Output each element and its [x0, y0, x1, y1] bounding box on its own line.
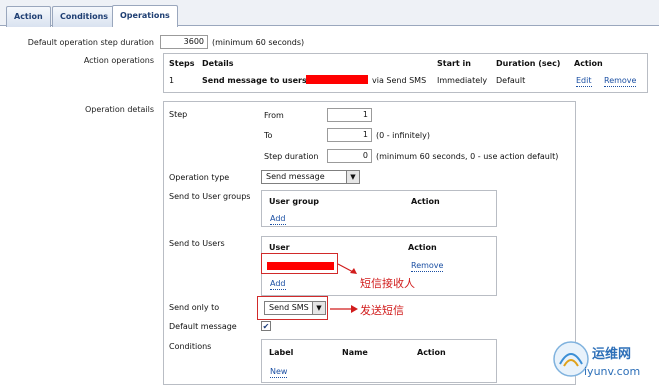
add-user-group-link[interactable]: Add	[270, 214, 286, 225]
watermark-text: 运维网	[592, 347, 632, 362]
conditions-table: Label Name Action New	[261, 339, 497, 383]
remove-user-link[interactable]: Remove	[411, 261, 444, 272]
col-user-group: User group	[269, 197, 320, 206]
default-step-duration-input[interactable]: 3600	[160, 35, 208, 49]
default-step-duration-label: Default operation step duration	[27, 38, 154, 47]
send-sms-arrow-icon	[330, 305, 358, 313]
col-start-in: Start in	[437, 59, 471, 68]
default-step-duration-hint: (minimum 60 seconds)	[212, 38, 305, 47]
to-hint: (0 - infinitely)	[376, 131, 430, 140]
col-user-action: Action	[408, 243, 437, 252]
conditions-label: Conditions	[169, 342, 212, 351]
from-label: From	[264, 111, 284, 120]
row-duration: Default	[496, 76, 526, 85]
watermark-url: iyunv.com	[584, 365, 641, 378]
new-condition-link[interactable]: New	[270, 367, 288, 378]
from-input[interactable]: 1	[327, 108, 372, 122]
tab-action[interactable]: Action	[6, 6, 51, 27]
col-duration: Duration (sec)	[496, 59, 561, 68]
operation-type-value: Send message	[266, 172, 325, 181]
col-details: Details	[202, 59, 234, 68]
operation-type-label: Operation type	[169, 173, 230, 182]
operation-details-panel: Step From 1 To 1 (0 - infinitely) Step d…	[163, 101, 576, 385]
step-duration-label: Step duration	[264, 152, 319, 161]
action-operations-table: Steps Details Start in Duration (sec) Ac…	[163, 53, 648, 93]
col-user: User	[269, 243, 290, 252]
edit-link[interactable]: Edit	[576, 76, 592, 87]
action-operations-label: Action operations	[83, 56, 154, 65]
chevron-down-icon: ▼	[346, 171, 359, 183]
default-message-checkbox[interactable]: ✔	[261, 321, 271, 331]
tab-bar: Action Conditions Operations	[0, 0, 659, 27]
send-sms-annotation: 发送短信	[360, 304, 404, 317]
operation-details-label: Operation details	[84, 105, 154, 114]
send-to-groups-label: Send to User groups	[169, 192, 251, 201]
remove-link[interactable]: Remove	[604, 76, 637, 87]
col-group-action: Action	[411, 197, 440, 206]
watermark: 运维网 iyunv.com	[552, 340, 656, 384]
to-input[interactable]: 1	[327, 128, 372, 142]
step-label: Step	[169, 110, 188, 119]
tab-operations[interactable]: Operations	[112, 5, 178, 27]
col-steps: Steps	[169, 59, 195, 68]
redacted-user-name	[306, 75, 368, 84]
send-only-to-label: Send only to	[169, 303, 220, 312]
col-condition-action: Action	[417, 348, 446, 357]
row-steps: 1	[169, 76, 175, 85]
operation-type-select[interactable]: Send message ▼	[261, 170, 360, 184]
send-sms-highlight-box	[257, 296, 328, 320]
recipient-arrow-icon	[337, 263, 357, 274]
col-condition-label: Label	[269, 348, 294, 357]
recipient-annotation: 短信接收人	[360, 277, 415, 290]
add-user-link[interactable]: Add	[270, 279, 286, 290]
recipient-highlight-box	[261, 253, 338, 274]
col-condition-name: Name	[342, 348, 368, 357]
to-label: To	[264, 131, 273, 140]
step-duration-hint: (minimum 60 seconds, 0 - use action defa…	[376, 152, 559, 161]
row-start-in: Immediately	[437, 76, 488, 85]
step-duration-input[interactable]: 0	[327, 149, 372, 163]
tab-conditions[interactable]: Conditions	[52, 6, 117, 27]
default-message-label: Default message	[169, 322, 237, 331]
row-details-suffix: via Send SMS	[372, 76, 427, 85]
send-to-users-label: Send to Users	[169, 239, 225, 248]
row-details-prefix: Send message to users:	[202, 76, 310, 85]
col-action: Action	[574, 59, 603, 68]
user-groups-table: User group Action Add	[261, 190, 497, 227]
